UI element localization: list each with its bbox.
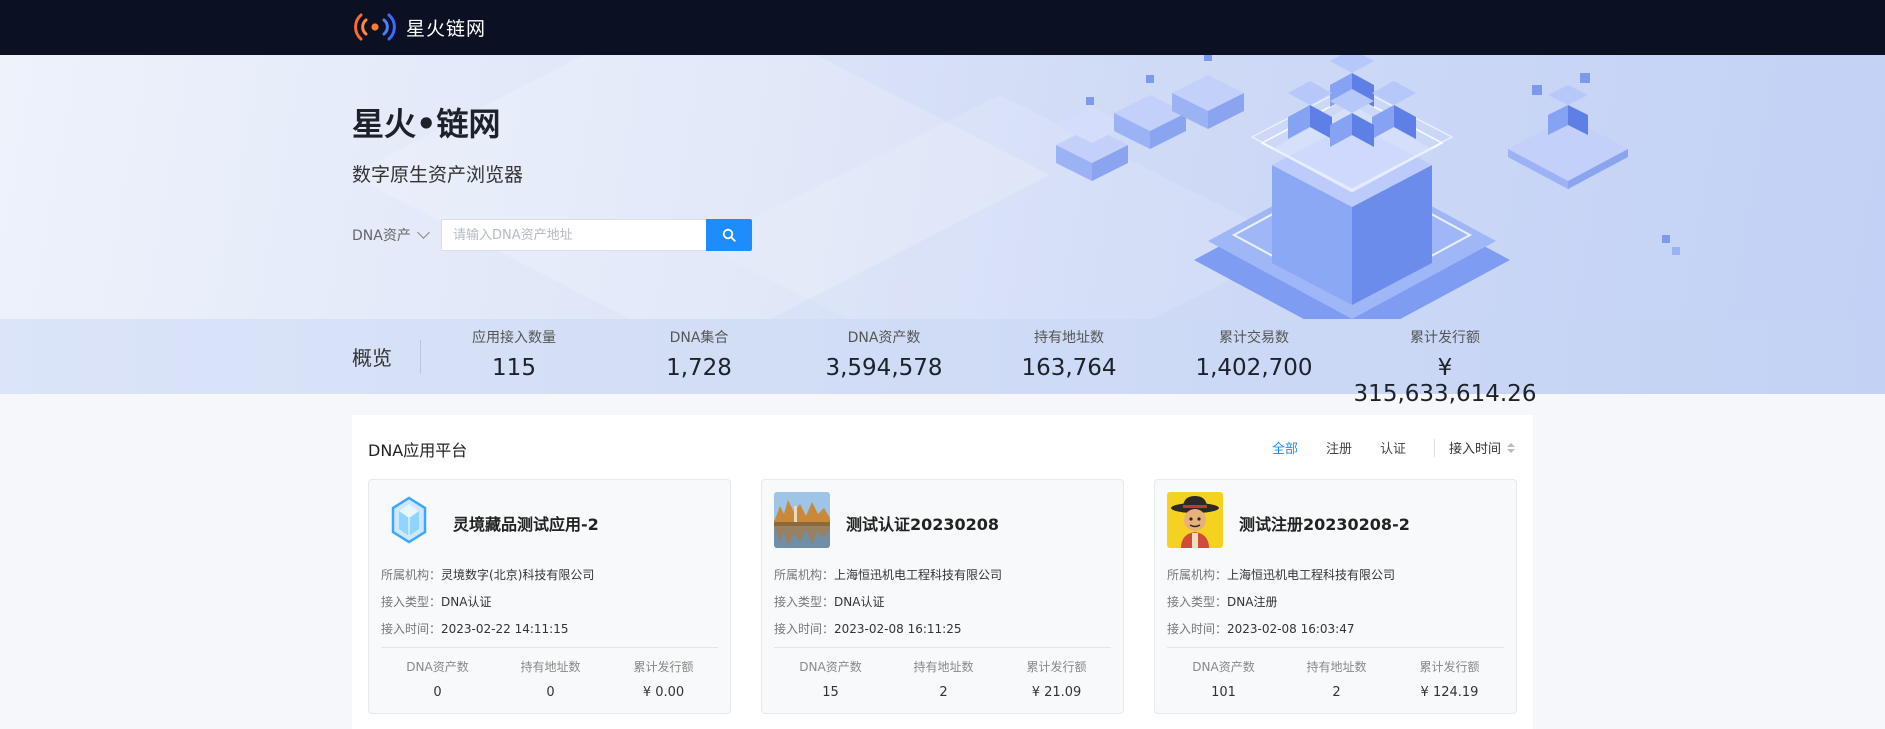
stat-value: 3,594,578 [825, 355, 943, 381]
filter-bar: 全部 注册 认证 接入时间 [1244, 438, 1515, 457]
search-icon [722, 228, 736, 242]
cowboy-avatar-logo-icon [1167, 492, 1223, 548]
overview-stat: DNA资产数 3,594,578 [794, 327, 974, 381]
search-type-label: DNA资产 [352, 228, 411, 244]
app-access-type: 接入类型：DNA认证 [774, 595, 885, 609]
app-name: 测试注册20230208-2 [1239, 515, 1410, 534]
app-access-time: 接入时间：2023-02-08 16:03:47 [1167, 622, 1355, 636]
landscape-logo-icon [774, 492, 830, 548]
search-type-dropdown[interactable]: DNA资产 [352, 225, 430, 245]
overview-stat: 持有地址数 163,764 [979, 327, 1159, 381]
card-stat-holders: 持有地址数 0 [520, 660, 581, 700]
stat-label: 累计发行额 [1410, 330, 1480, 346]
panel-title: DNA应用平台 [368, 441, 468, 460]
hero-banner: 星火•链网 数字原生资产浏览器 DNA资产 [0, 55, 1885, 319]
app-name: 灵境藏品测试应用-2 [453, 515, 599, 534]
sort-label: 接入时间 [1448, 442, 1501, 457]
card-stat-holders: 持有地址数 2 [913, 660, 974, 700]
app-org: 所属机构：灵境数字(北京)科技有限公司 [381, 568, 595, 582]
sort-by-access-time[interactable]: 接入时间 [1449, 438, 1515, 457]
stat-label: 累计交易数 [1219, 330, 1289, 346]
app-access-type: 接入类型：DNA认证 [381, 595, 492, 609]
hero-subtitle: 数字原生资产浏览器 [352, 164, 524, 186]
app-card[interactable]: 测试认证20230208 所属机构：上海恒迅机电工程科技有限公司 接入类型：DN… [761, 479, 1124, 714]
sort-icon [1507, 442, 1515, 453]
app-card[interactable]: 灵境藏品测试应用-2 所属机构：灵境数字(北京)科技有限公司 接入类型：DNA认… [368, 479, 731, 714]
stat-value: 1,402,700 [1195, 355, 1313, 381]
overview-stat: 累计交易数 1,402,700 [1164, 327, 1344, 381]
overview-stat: 应用接入数量 115 [424, 327, 604, 381]
hero-title: 星火•链网 [352, 105, 501, 143]
filter-divider [1433, 438, 1435, 457]
app-org: 所属机构：上海恒迅机电工程科技有限公司 [1167, 568, 1396, 582]
card-stat-assets: DNA资产数 15 [799, 660, 862, 700]
card-stat-issued: 累计发行额 ¥ 21.09 [1026, 660, 1087, 700]
card-stat-holders: 持有地址数 2 [1306, 660, 1367, 700]
overview-bar: 概览 应用接入数量 115 DNA集合 1,728 DNA资产数 3,594,5… [0, 319, 1885, 407]
stat-label: 持有地址数 [1034, 330, 1104, 346]
card-stat-assets: DNA资产数 101 [1192, 660, 1255, 700]
overview-title: 概览 [352, 346, 392, 370]
card-divider [381, 647, 718, 648]
app-name: 测试认证20230208 [846, 515, 1000, 534]
stat-value: ¥ 315,633,614.26 [1353, 355, 1537, 407]
app-card[interactable]: 测试注册20230208-2 所属机构：上海恒迅机电工程科技有限公司 接入类型：… [1154, 479, 1517, 714]
card-stat-assets: DNA资产数 0 [406, 660, 469, 700]
brand-logo[interactable]: 星火链网 [352, 10, 486, 44]
card-divider [1167, 647, 1504, 648]
signal-logo-icon [354, 13, 396, 41]
dna-app-platform-panel: DNA应用平台 全部 注册 认证 接入时间 灵境藏品测试应用-2 所属机构：灵境… [352, 415, 1533, 729]
filter-all[interactable]: 全部 [1272, 438, 1298, 457]
stat-value: 115 [492, 355, 536, 381]
card-stat-issued: 累计发行额 ¥ 0.00 [633, 660, 694, 700]
search-button[interactable] [706, 219, 752, 251]
top-navbar: 星火链网 [0, 0, 1885, 55]
stat-label: DNA集合 [669, 330, 729, 346]
card-divider [774, 647, 1111, 648]
brand-name: 星火链网 [406, 17, 487, 40]
stat-label: 应用接入数量 [472, 330, 556, 346]
stat-label: DNA资产数 [847, 330, 921, 346]
app-access-time: 接入时间：2023-02-08 16:11:25 [774, 622, 962, 636]
overview-divider [420, 340, 421, 374]
stat-value: 163,764 [1021, 355, 1117, 381]
isometric-blocks-illustration [350, 55, 1680, 319]
app-access-type: 接入类型：DNA注册 [1167, 595, 1278, 609]
crystal-logo-icon [381, 492, 437, 548]
app-access-time: 接入时间：2023-02-22 14:11:15 [381, 622, 569, 636]
stat-value: 1,728 [666, 355, 732, 381]
search-input[interactable] [441, 219, 706, 251]
app-org: 所属机构：上海恒迅机电工程科技有限公司 [774, 568, 1003, 582]
filter-register[interactable]: 注册 [1326, 438, 1352, 457]
chevron-down-icon [416, 226, 430, 239]
card-stat-issued: 累计发行额 ¥ 124.19 [1419, 660, 1480, 700]
overview-stat: 累计发行额 ¥ 315,633,614.26 [1345, 327, 1545, 407]
filter-certify[interactable]: 认证 [1380, 438, 1406, 457]
overview-stat: DNA集合 1,728 [609, 327, 789, 381]
